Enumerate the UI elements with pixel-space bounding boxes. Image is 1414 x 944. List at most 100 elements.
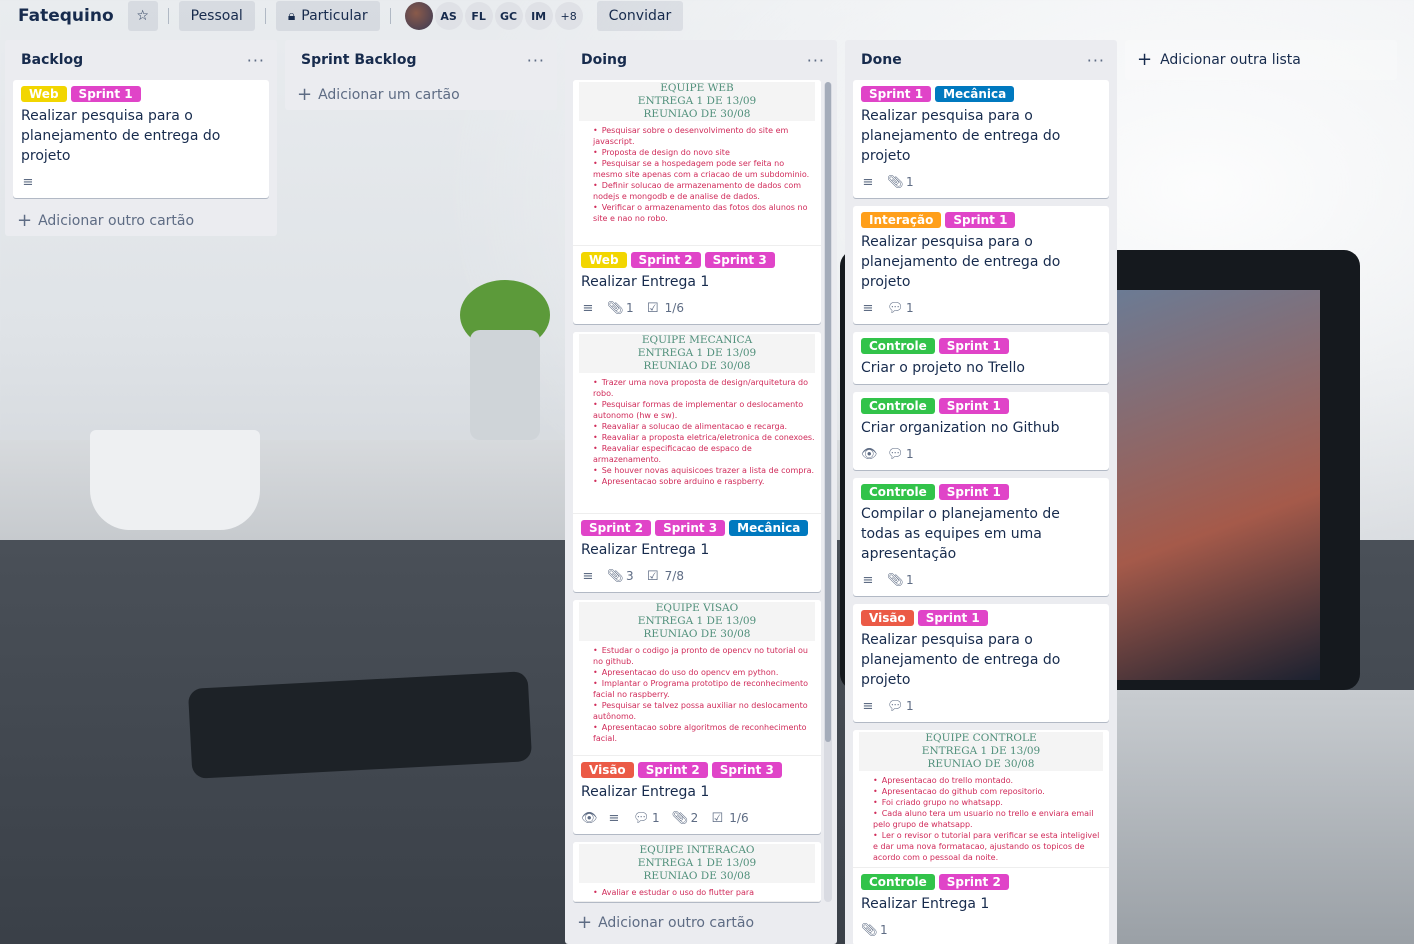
card[interactable]: Visão Sprint 1 Realizar pesquisa para o pl…: [853, 604, 1109, 722]
board-title[interactable]: Fatequino: [10, 0, 122, 32]
card[interactable]: Controle Sprint 1 Criar organization no Gi…: [853, 392, 1109, 470]
card[interactable]: Web Sprint 1 Realizar pesquisa para o plan…: [13, 80, 269, 198]
card-label[interactable]: Controle: [861, 484, 935, 500]
card-label[interactable]: Sprint 3: [704, 252, 775, 268]
cover-bullet: Reavaliar especificacao de espaco de arm…: [593, 443, 815, 465]
card-label[interactable]: Sprint 3: [711, 762, 782, 778]
add-card-button[interactable]: + Adicionar outro cartão: [565, 908, 837, 938]
invite-button[interactable]: Convidar: [596, 1, 684, 31]
member-avatar[interactable]: GC: [494, 2, 523, 30]
card-label[interactable]: Sprint 1: [917, 610, 988, 626]
card-label[interactable]: Controle: [861, 338, 935, 354]
card-label[interactable]: Controle: [861, 398, 935, 414]
add-card-label: Adicionar outro cartão: [598, 915, 755, 931]
card-label[interactable]: Mecânica: [935, 86, 1015, 102]
card[interactable]: Controle Sprint 1 Criar o projeto no Trell…: [853, 332, 1109, 384]
member-avatar[interactable]: AS: [434, 2, 463, 30]
list-doing[interactable]: Doing ··· EQUIPE WEB ENTREGA 1 DE 13/09 REUN…: [565, 40, 837, 944]
card-badges: 📎︎ 1: [861, 920, 1101, 940]
card[interactable]: Interação Sprint 1 Realizar pesquisa para …: [853, 206, 1109, 324]
card-label[interactable]: Sprint 1: [861, 86, 932, 102]
card-label[interactable]: Sprint 1: [938, 338, 1009, 354]
card-label[interactable]: Mecânica: [729, 520, 809, 536]
card-label[interactable]: Sprint 1: [938, 398, 1009, 414]
list-done[interactable]: Done ··· Sprint 1 Mecânica Realizar pesquisa…: [845, 40, 1117, 944]
list-title[interactable]: Sprint Backlog: [301, 52, 417, 68]
card-badge: 👁︎: [861, 447, 878, 462]
team-button[interactable]: Pessoal: [178, 1, 255, 31]
card-badges: ≡ 📎︎ 1: [861, 172, 1101, 192]
list-backlog[interactable]: Backlog ··· Web Sprint 1 Realizar pesquisa p…: [5, 40, 277, 236]
member-avatar[interactable]: FL: [464, 2, 493, 30]
card-labels: Web Sprint 2 Sprint 3: [581, 252, 813, 268]
card-label[interactable]: Sprint 1: [945, 212, 1016, 228]
visibility-button[interactable]: 🔒︎ Particular: [275, 1, 380, 31]
card-title[interactable]: Realizar pesquisa para o planejamento de…: [861, 106, 1101, 166]
list-header[interactable]: Doing ···: [565, 40, 837, 80]
list-menu-icon[interactable]: ···: [807, 51, 825, 70]
card-title[interactable]: Realizar Entrega 1: [861, 894, 1101, 914]
cover-bullet: Apresentacao sobre arduino e raspberry.: [593, 476, 815, 487]
list-title[interactable]: Done: [861, 52, 902, 68]
member-avatar[interactable]: IM: [524, 2, 553, 30]
more-members-button[interactable]: +8: [554, 2, 583, 30]
cover-bullet: Apresentacao sobre algoritmos de reconhe…: [593, 722, 815, 744]
card-label[interactable]: Sprint 2: [938, 874, 1009, 890]
avatar[interactable]: [404, 2, 433, 30]
card[interactable]: Sprint 1 Mecânica Realizar pesquisa para o…: [853, 80, 1109, 198]
card-label[interactable]: Visão: [861, 610, 914, 626]
card-title[interactable]: Realizar Entrega 1: [581, 540, 813, 560]
card-title[interactable]: Criar organization no Github: [861, 418, 1101, 438]
cover-bullet: Foi criado grupo no whatsapp.: [873, 797, 1103, 808]
list-menu-icon[interactable]: ···: [247, 51, 265, 70]
card[interactable]: EQUIPE CONTROLE ENTREGA 1 DE 13/09 REUNIAO…: [853, 730, 1109, 944]
list-menu-icon[interactable]: ···: [527, 51, 545, 70]
card-label[interactable]: Sprint 2: [630, 252, 701, 268]
list-title[interactable]: Doing: [581, 52, 627, 68]
card-labels: Sprint 1 Mecânica: [861, 86, 1101, 102]
add-list-button[interactable]: + Adicionar outra lista: [1125, 40, 1397, 80]
card-label[interactable]: Sprint 2: [637, 762, 708, 778]
list-header[interactable]: Done ···: [845, 40, 1117, 80]
list-scrollbar-thumb[interactable]: [825, 82, 831, 742]
add-card-button[interactable]: + Adicionar outro cartão: [5, 206, 277, 236]
card-title[interactable]: Realizar pesquisa para o planejamento de…: [21, 106, 261, 166]
add-card-button[interactable]: + Adicionar um cartão: [285, 80, 557, 110]
card-label[interactable]: Sprint 1: [70, 86, 141, 102]
list-menu-icon[interactable]: ···: [1087, 51, 1105, 70]
card-labels: Controle Sprint 1: [861, 398, 1101, 414]
card-label[interactable]: Web: [581, 252, 627, 268]
card[interactable]: EQUIPE MECANICA ENTREGA 1 DE 13/09 REUNIAO…: [573, 332, 821, 592]
list-title[interactable]: Backlog: [21, 52, 83, 68]
card[interactable]: EQUIPE VISAO ENTREGA 1 DE 13/09 REUNIAO DE…: [573, 600, 821, 834]
list-header[interactable]: Sprint Backlog ···: [285, 40, 557, 80]
cover-bullet: Definir solucao de armazenamento de dado…: [593, 180, 815, 202]
list-sprint-backlog[interactable]: Sprint Backlog ··· + Adicionar um cartão: [285, 40, 557, 110]
attachment-icon: 📎︎: [887, 572, 904, 588]
card-title[interactable]: Compilar o planejamento de todas as equi…: [861, 504, 1101, 564]
card-title[interactable]: Realizar pesquisa para o planejamento de…: [861, 630, 1101, 690]
card-title[interactable]: Realizar Entrega 1: [581, 782, 813, 802]
card[interactable]: EQUIPE WEB ENTREGA 1 DE 13/09 REUNIAO DE 3…: [573, 80, 821, 324]
star-button[interactable]: ☆: [127, 1, 158, 31]
card-label[interactable]: Sprint 2: [581, 520, 652, 536]
card-label[interactable]: Sprint 3: [655, 520, 726, 536]
card-label[interactable]: Controle: [861, 874, 935, 890]
card-title[interactable]: Criar o projeto no Trello: [861, 358, 1101, 378]
card-title[interactable]: Realizar Entrega 1: [581, 272, 813, 292]
card-badges: ≡ 📎︎ 1 ☑ 1/6: [581, 298, 813, 318]
card-label[interactable]: Interação: [861, 212, 942, 228]
list-header[interactable]: Backlog ···: [5, 40, 277, 80]
description-icon: ≡: [862, 572, 874, 588]
cover-bullets: Apresentacao do trello montado.Apresenta…: [859, 771, 1103, 867]
visibility-label: Particular: [301, 8, 368, 24]
card-title[interactable]: Realizar pesquisa para o planejamento de…: [861, 232, 1101, 292]
card-cover-image: EQUIPE WEB ENTREGA 1 DE 13/09 REUNIAO DE 3…: [573, 80, 821, 246]
card-label[interactable]: Web: [21, 86, 67, 102]
card-label[interactable]: Sprint 1: [938, 484, 1009, 500]
card-body: Sprint 1 Mecânica Realizar pesquisa para o…: [853, 80, 1109, 198]
card[interactable]: EQUIPE INTERACAO ENTREGA 1 DE 13/09 REUNIA…: [573, 842, 821, 902]
card[interactable]: Controle Sprint 1 Compilar o planejamento …: [853, 478, 1109, 596]
badge-count: 1: [652, 811, 660, 825]
card-label[interactable]: Visão: [581, 762, 634, 778]
